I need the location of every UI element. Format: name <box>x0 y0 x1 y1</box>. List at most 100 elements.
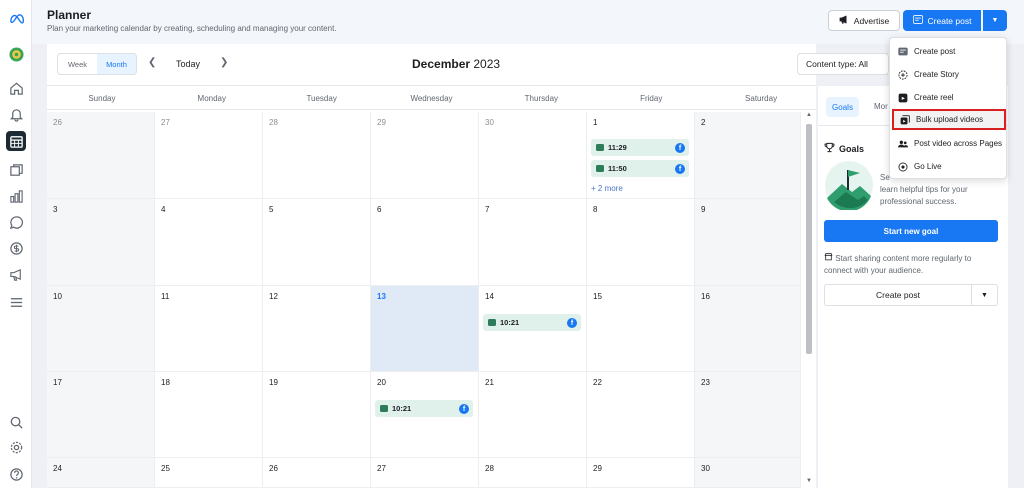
planner-calendar-icon[interactable] <box>6 131 26 151</box>
day-cell[interactable]: 26 <box>47 112 155 199</box>
day-cell[interactable]: 25 <box>155 458 263 488</box>
menu-item-post-video-across-pages[interactable]: Post video across Pages <box>892 133 1006 154</box>
monetization-dollar-icon[interactable] <box>6 238 26 258</box>
day-cell[interactable]: 19 <box>263 372 371 458</box>
goals-heading: Goals <box>824 142 864 155</box>
scheduled-post[interactable]: 11:29 f <box>591 139 689 156</box>
day-cell[interactable]: 10 <box>47 286 155 372</box>
day-cell[interactable]: 20 10:21 f <box>371 372 479 458</box>
scroll-down-icon[interactable]: ▼ <box>806 478 812 484</box>
menu-item-go-live[interactable]: Go Live <box>892 156 1006 177</box>
day-number: 21 <box>485 378 494 387</box>
scheduled-post-icon <box>596 144 604 151</box>
today-day-cell[interactable]: 13 <box>371 286 479 372</box>
menu-item-create-reel[interactable]: Create reel <box>892 87 1006 108</box>
start-new-goal-button[interactable]: Start new goal <box>824 220 998 242</box>
day-cell[interactable]: 26 <box>263 458 371 488</box>
content-type-select[interactable]: Content type: All <box>797 53 889 75</box>
day-cell[interactable]: 27 <box>155 112 263 199</box>
meta-logo-icon[interactable] <box>6 8 26 28</box>
previous-month-icon[interactable]: ❮ <box>148 57 156 68</box>
panel-create-post-caret[interactable]: ▼ <box>972 284 998 306</box>
create-post-label: Create post <box>927 15 972 26</box>
scroll-up-icon[interactable]: ▲ <box>806 112 812 118</box>
all-tools-menu-icon[interactable] <box>6 292 26 312</box>
day-cell[interactable]: 28 <box>479 458 587 488</box>
day-cell[interactable]: 14 10:21 f <box>479 286 587 372</box>
tab-goals[interactable]: Goals <box>826 97 859 117</box>
day-number: 10 <box>53 292 62 301</box>
month-view-button[interactable]: Month <box>97 54 136 74</box>
scheduled-post[interactable]: 10:21 f <box>483 314 581 331</box>
menu-item-bulk-upload-videos[interactable]: Bulk upload videos <box>892 109 1006 130</box>
day-cell[interactable]: 4 <box>155 199 263 286</box>
day-cell[interactable]: 30 <box>479 112 587 199</box>
calendar-scrollbar[interactable]: ▲ ▼ <box>804 112 814 488</box>
menu-item-create-post[interactable]: Create post <box>892 41 1006 62</box>
panel-create-post-button[interactable]: Create post <box>824 284 972 306</box>
create-post-dropdown-caret[interactable]: ▼ <box>983 10 1007 31</box>
ads-megaphone-icon[interactable] <box>6 264 26 284</box>
profile-avatar-icon[interactable] <box>6 44 26 64</box>
scheduled-post[interactable]: 10:21 f <box>375 400 473 417</box>
day-cell[interactable]: 18 <box>155 372 263 458</box>
caret-down-icon: ▼ <box>991 17 999 24</box>
scrollbar-thumb[interactable] <box>806 124 812 354</box>
day-cell[interactable]: 2 <box>695 112 801 199</box>
day-cell[interactable]: 9 <box>695 199 801 286</box>
insights-icon[interactable] <box>6 186 26 206</box>
scheduled-post-time: 10:21 <box>500 318 520 327</box>
scheduled-post-time: 11:50 <box>608 164 627 173</box>
day-cell[interactable]: 1 11:29 f 11:50 f + 2 more <box>587 112 695 199</box>
menu-item-create-story[interactable]: Create Story <box>892 64 1006 85</box>
day-cell[interactable]: 12 <box>263 286 371 372</box>
day-cell[interactable]: 21 <box>479 372 587 458</box>
home-icon[interactable] <box>6 78 26 98</box>
scheduled-post[interactable]: 11:50 f <box>591 160 689 177</box>
day-cell[interactable]: 17 <box>47 372 155 458</box>
inbox-chat-icon[interactable] <box>6 212 26 232</box>
day-number: 6 <box>377 205 382 214</box>
help-icon[interactable] <box>6 464 26 484</box>
day-cell[interactable]: 8 <box>587 199 695 286</box>
day-cell[interactable]: 30 <box>695 458 801 488</box>
next-month-icon[interactable]: ❯ <box>220 57 228 68</box>
day-cell[interactable]: 15 <box>587 286 695 372</box>
day-cell[interactable]: 6 <box>371 199 479 286</box>
day-cell[interactable]: 29 <box>587 458 695 488</box>
day-number: 17 <box>53 378 62 387</box>
search-icon[interactable] <box>6 412 26 432</box>
day-number: 2 <box>701 118 706 127</box>
today-button[interactable]: Today <box>176 59 200 69</box>
day-cell[interactable]: 3 <box>47 199 155 286</box>
day-cell[interactable]: 22 <box>587 372 695 458</box>
day-cell[interactable]: 11 <box>155 286 263 372</box>
weekday-label: Saturday <box>745 94 778 103</box>
more-posts-link[interactable]: + 2 more <box>591 184 623 193</box>
day-number: 4 <box>161 205 166 214</box>
tab-more[interactable]: Mor <box>874 102 888 111</box>
create-post-button[interactable]: Create post <box>903 10 981 31</box>
notifications-icon[interactable] <box>6 104 26 124</box>
day-number: 28 <box>485 464 494 473</box>
content-icon[interactable] <box>6 160 26 180</box>
week-view-button[interactable]: Week <box>58 54 97 74</box>
facebook-icon: f <box>567 318 577 328</box>
reel-icon <box>898 93 908 103</box>
settings-gear-icon[interactable] <box>6 437 26 457</box>
month-name: December <box>412 57 471 71</box>
day-number: 30 <box>485 118 494 127</box>
day-cell[interactable]: 7 <box>479 199 587 286</box>
day-cell[interactable]: 27 <box>371 458 479 488</box>
day-cell[interactable]: 29 <box>371 112 479 199</box>
day-cell[interactable]: 23 <box>695 372 801 458</box>
day-number: 24 <box>53 464 62 473</box>
day-cell[interactable]: 16 <box>695 286 801 372</box>
day-cell[interactable]: 28 <box>263 112 371 199</box>
weekday-label: Friday <box>640 94 663 103</box>
day-number: 29 <box>377 118 386 127</box>
calendar-toolbar: Week Month ❮ Today ❯ December 2023 Conte… <box>47 44 892 86</box>
advertise-button[interactable]: Advertise <box>828 10 900 31</box>
day-cell[interactable]: 5 <box>263 199 371 286</box>
day-cell[interactable]: 24 <box>47 458 155 488</box>
